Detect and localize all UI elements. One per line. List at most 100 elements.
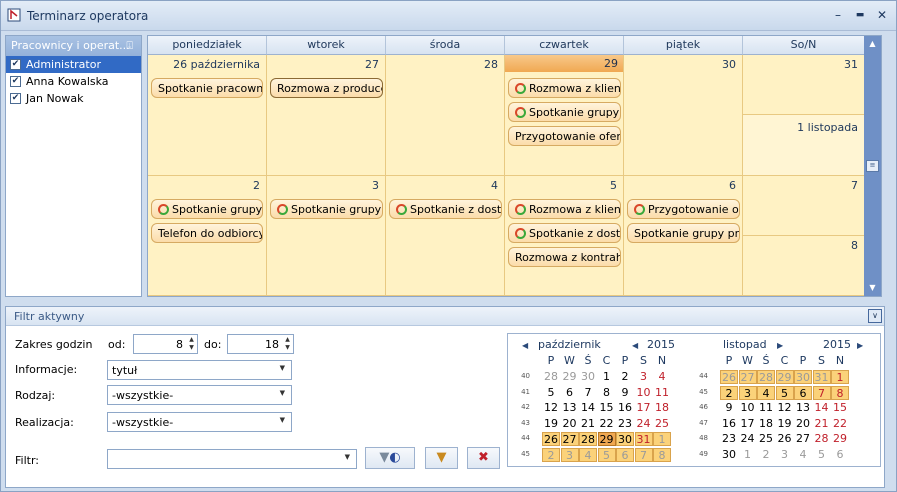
appointment-recurring[interactable]: Spotkanie z dosta: [508, 223, 621, 243]
mini-calendar-day[interactable]: 31: [634, 432, 653, 446]
day-cell[interactable]: 28: [386, 55, 505, 176]
mini-calendar-day[interactable]: 5: [813, 448, 831, 462]
mini-calendar-day[interactable]: 7: [812, 385, 831, 400]
info-select[interactable]: tytuł ▼: [107, 360, 292, 380]
mini-calendar-day[interactable]: 8: [598, 386, 616, 400]
mini-calendar-day[interactable]: 19: [542, 417, 560, 431]
mini-calendar-day[interactable]: 9: [616, 386, 634, 400]
mini-calendar-day[interactable]: 2: [616, 370, 634, 384]
appointment[interactable]: Rozmowa z produce: [270, 78, 383, 98]
day-cell-sunday[interactable]: 1 listopada: [743, 115, 865, 176]
mini-calendar-day[interactable]: 1: [739, 448, 757, 462]
scroll-down-icon[interactable]: ▼: [864, 280, 881, 296]
mini-calendar-day[interactable]: 27: [738, 370, 757, 384]
mini-calendar-day[interactable]: 23: [720, 432, 738, 446]
employee-item-jan-nowak[interactable]: ✔ Jan Nowak: [6, 90, 141, 107]
mini-calendar-day[interactable]: 12: [776, 401, 794, 415]
vertical-scrollbar[interactable]: ▲ ≡ ▼: [864, 36, 881, 296]
next-month-icon[interactable]: ▶: [777, 338, 783, 351]
mini-calendar-day[interactable]: 6: [794, 385, 812, 400]
appointment-recurring[interactable]: Spotkanie grupy: [151, 199, 263, 219]
year-1[interactable]: 2015: [647, 338, 675, 351]
mini-calendar-day[interactable]: 29: [831, 432, 849, 446]
mini-calendar-day[interactable]: 10: [635, 386, 653, 400]
mini-calendar-day[interactable]: 20: [794, 417, 812, 431]
mini-calendar-day[interactable]: 4: [757, 385, 775, 400]
mini-calendar-day[interactable]: 26: [542, 432, 560, 446]
filter-input[interactable]: ▼: [107, 449, 357, 469]
mini-calendar-day[interactable]: 10: [739, 401, 757, 415]
mini-calendar-day[interactable]: 14: [579, 401, 597, 415]
mini-calendar-day[interactable]: 18: [653, 401, 671, 415]
day-cell[interactable]: 3: [267, 176, 386, 296]
mini-calendar-day[interactable]: 30: [794, 370, 812, 384]
mini-calendar-day[interactable]: 30: [616, 432, 634, 446]
mini-calendar-day[interactable]: 21: [813, 417, 831, 431]
to-hour-input[interactable]: 18 ▲ ▼: [227, 334, 294, 354]
mini-calendar-day[interactable]: 14: [813, 401, 831, 415]
year-2[interactable]: 2015: [823, 338, 851, 351]
mini-calendar-day[interactable]: 24: [635, 417, 653, 431]
mini-calendar-day[interactable]: 28: [757, 370, 775, 384]
mini-calendar-day[interactable]: 15: [598, 401, 616, 415]
mini-calendar-day[interactable]: 20: [561, 417, 579, 431]
appointment[interactable]: Telefon do odbiorcy: [151, 223, 263, 243]
mini-calendar-day[interactable]: 16: [616, 401, 634, 415]
mini-calendar-day[interactable]: 28: [813, 432, 831, 446]
scrollbar-thumb[interactable]: ≡: [866, 160, 879, 172]
mini-calendar-day[interactable]: 30: [579, 370, 597, 384]
mini-calendar-day[interactable]: 15: [831, 401, 849, 415]
day-cell-sunday[interactable]: 8: [743, 236, 865, 296]
employee-item-anna-kowalska[interactable]: ✔ Anna Kowalska: [6, 73, 141, 90]
mini-calendar-day[interactable]: 28: [542, 370, 560, 384]
next-year-icon[interactable]: ▶: [857, 338, 863, 351]
mini-calendar-day[interactable]: 28: [579, 432, 597, 446]
checkbox-icon[interactable]: ✔: [10, 59, 21, 70]
filter-apply-button[interactable]: ▼◐: [365, 447, 415, 469]
mini-calendar-day[interactable]: 4: [579, 447, 597, 462]
month-name-1[interactable]: październik: [538, 338, 601, 351]
mini-calendar-day[interactable]: 1: [831, 370, 849, 384]
appointment-recurring[interactable]: Przygotowanie o: [627, 199, 740, 219]
mini-calendar-day[interactable]: 25: [757, 432, 775, 446]
filter-clear-button[interactable]: ✖: [467, 447, 500, 469]
mini-calendar-day[interactable]: 22: [598, 417, 616, 431]
appointment[interactable]: Spotkanie grupy proc: [627, 223, 740, 243]
filter-edit-button[interactable]: ▼: [425, 447, 458, 469]
minimize-button[interactable]: –: [830, 7, 846, 23]
mini-calendar-day[interactable]: 13: [561, 401, 579, 415]
mini-calendar-day[interactable]: 3: [635, 370, 653, 384]
day-cell-saturday[interactable]: 31: [743, 55, 865, 115]
mini-calendar-day[interactable]: 31: [812, 370, 831, 384]
mini-calendar-day[interactable]: 26: [776, 432, 794, 446]
appointment-recurring[interactable]: Spotkanie grupy p: [270, 199, 383, 219]
appointment[interactable]: Rozmowa z kontrahe: [508, 247, 621, 267]
mini-calendar-day[interactable]: 29: [597, 432, 616, 446]
mini-calendar-day[interactable]: 4: [653, 370, 671, 384]
mini-calendar-day[interactable]: 1: [653, 432, 671, 446]
mini-calendar-day[interactable]: 5: [775, 385, 794, 400]
mini-calendar-day[interactable]: 16: [720, 417, 738, 431]
mini-calendar-day[interactable]: 3: [776, 448, 794, 462]
type-select[interactable]: -wszystkie- ▼: [107, 385, 292, 405]
mini-calendar-day[interactable]: 8: [831, 385, 849, 400]
day-cell-saturday[interactable]: 7: [743, 176, 865, 236]
mini-calendar-day[interactable]: 18: [757, 417, 775, 431]
prev-month-icon[interactable]: ◀: [522, 338, 528, 351]
mini-calendar-day[interactable]: 2: [757, 448, 775, 462]
mini-calendar-day[interactable]: 6: [616, 447, 634, 462]
mini-calendar-day[interactable]: 3: [560, 447, 579, 462]
mini-calendar-day[interactable]: 29: [775, 370, 794, 384]
mini-calendar-day[interactable]: 27: [794, 432, 812, 446]
employee-item-administrator[interactable]: ✔ Administrator: [6, 56, 141, 73]
mini-calendar-day[interactable]: 2: [542, 447, 560, 462]
mini-calendar-day[interactable]: 7: [634, 447, 653, 462]
appointment-recurring[interactable]: Rozmowa z klient: [508, 199, 621, 219]
maximize-button[interactable]: ▬: [852, 7, 868, 23]
mini-calendar-day[interactable]: 5: [597, 447, 616, 462]
appointment-recurring[interactable]: Spotkanie grupy p: [508, 102, 621, 122]
appointment-recurring[interactable]: Rozmowa z klient: [508, 78, 621, 98]
mini-calendar-day[interactable]: 13: [794, 401, 812, 415]
scroll-up-icon[interactable]: ▲: [864, 36, 881, 52]
mini-calendar-day[interactable]: 7: [579, 386, 597, 400]
